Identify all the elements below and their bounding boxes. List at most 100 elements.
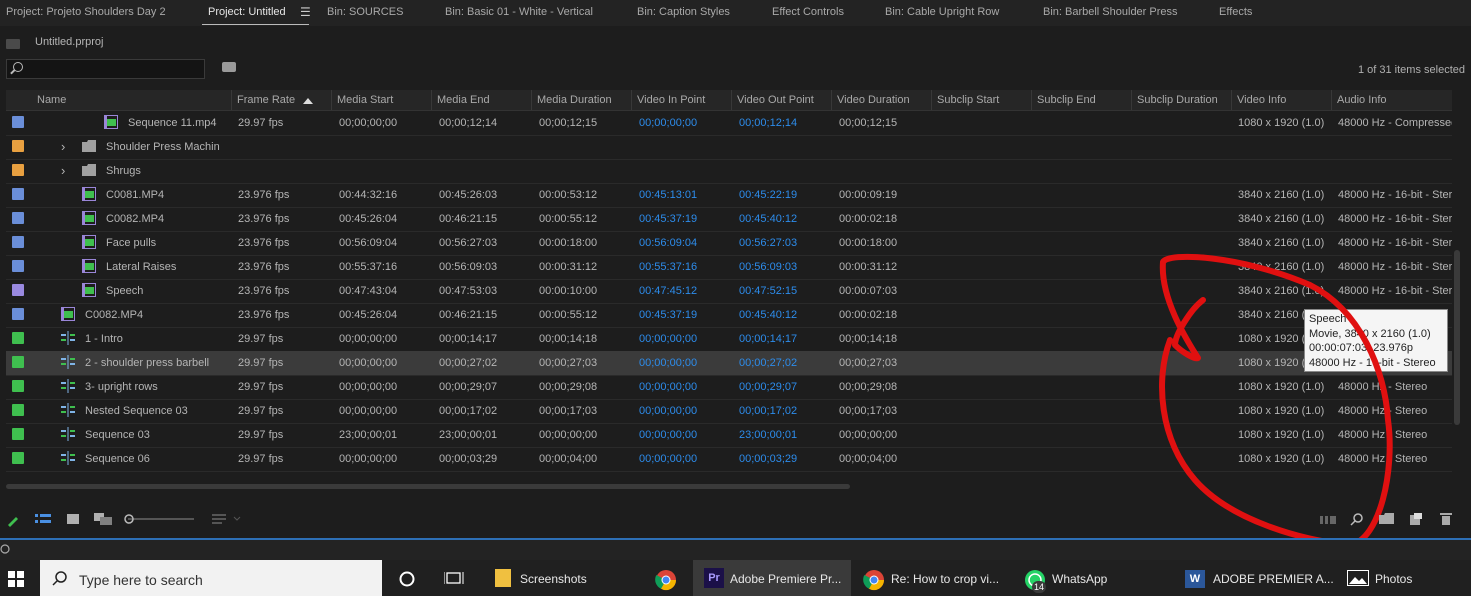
table-row[interactable]: C0082.MP4 23.976 fps 00:45:26:04 00:46:21:1… — [6, 207, 1452, 232]
table-row[interactable]: Speech 23.976 fps 00:47:43:04 00:47:53:03 00… — [6, 279, 1452, 304]
column-header-video-duration[interactable]: Video Duration — [837, 94, 910, 106]
freeform-view-icon[interactable] — [94, 513, 112, 525]
video-out-cell[interactable]: 00:56:27:03 — [739, 237, 797, 249]
item-name[interactable]: C0081.MP4 — [106, 189, 164, 201]
column-header-media-end[interactable]: Media End — [437, 94, 490, 106]
column-header-video-in[interactable]: Video In Point — [637, 94, 705, 106]
item-name[interactable]: Shrugs — [106, 165, 141, 177]
item-name[interactable]: 3- upright rows — [85, 381, 158, 393]
video-in-cell[interactable]: 00:55:37:16 — [639, 261, 697, 273]
search-input[interactable] — [6, 59, 205, 79]
new-bin-icon[interactable] — [1379, 513, 1394, 524]
item-name[interactable]: Speech — [106, 285, 143, 297]
taskbar-item-chrome-window[interactable]: Re: How to crop vi... — [853, 560, 1013, 596]
video-in-cell[interactable]: 00;00;00;00 — [639, 333, 697, 345]
table-row[interactable]: Face pulls 23.976 fps 00:56:09:04 00:56:27:… — [6, 231, 1452, 256]
table-row[interactable]: Sequence 06 29.97 fps 00;00;00;00 00;00;03;… — [6, 447, 1452, 472]
tab-effects[interactable]: Effects — [1219, 6, 1252, 18]
video-in-cell[interactable]: 00;00;00;00 — [639, 453, 697, 465]
taskbar-item-whatsapp[interactable]: 14 WhatsApp — [1015, 560, 1175, 596]
new-item-icon[interactable] — [1410, 513, 1422, 525]
video-in-cell[interactable]: 00:45:37:19 — [639, 213, 697, 225]
task-view-icon[interactable] — [444, 571, 464, 585]
label-color-swatch[interactable] — [12, 356, 24, 368]
column-header-frame-rate[interactable]: Frame Rate — [237, 94, 295, 106]
video-in-cell[interactable]: 00:47:45:12 — [639, 285, 697, 297]
label-color-swatch[interactable] — [12, 332, 24, 344]
column-divider[interactable] — [931, 90, 932, 110]
list-view-icon[interactable] — [35, 514, 51, 526]
column-divider[interactable] — [1331, 90, 1332, 110]
table-row[interactable]: Lateral Raises 23.976 fps 00:55:37:16 00:56… — [6, 255, 1452, 280]
horizontal-scrollbar[interactable] — [6, 484, 850, 489]
video-out-cell[interactable]: 00;00;12;14 — [739, 117, 797, 129]
item-name[interactable]: 2 - shoulder press barbell — [85, 357, 209, 369]
label-color-swatch[interactable] — [12, 140, 24, 152]
tab-bin-cable-upright[interactable]: Bin: Cable Upright Row — [885, 6, 999, 18]
tab-bin-caption-styles[interactable]: Bin: Caption Styles — [637, 6, 730, 18]
label-color-swatch[interactable] — [12, 212, 24, 224]
column-divider[interactable] — [431, 90, 432, 110]
video-in-cell[interactable]: 00;00;00;00 — [639, 117, 697, 129]
icon-view-icon[interactable] — [67, 514, 79, 524]
table-row[interactable]: 1 - Intro 29.97 fps 00;00;00;00 00;00;14;17… — [6, 327, 1452, 352]
item-name[interactable]: Shoulder Press Machin — [106, 141, 220, 153]
automate-to-sequence-icon[interactable] — [1320, 514, 1336, 524]
item-name[interactable]: 1 - Intro — [85, 333, 123, 345]
tab-bin-sources[interactable]: Bin: SOURCES — [327, 6, 403, 18]
taskbar-item-screenshots[interactable]: Screenshots — [485, 560, 645, 596]
column-divider[interactable] — [1231, 90, 1232, 110]
taskbar-search-box[interactable]: Type here to search — [40, 560, 382, 596]
label-color-swatch[interactable] — [12, 236, 24, 248]
video-in-cell[interactable]: 00;00;00;00 — [639, 381, 697, 393]
item-name[interactable]: Sequence 11.mp4 — [128, 117, 216, 129]
table-row[interactable]: 3- upright rows 29.97 fps 00;00;00;00 00;00… — [6, 375, 1452, 400]
tab-bin-basic[interactable]: Bin: Basic 01 - White - Vertical — [445, 6, 593, 18]
expand-disclosure-icon[interactable]: › — [61, 139, 65, 154]
table-row[interactable]: › Shrugs — [6, 159, 1452, 184]
item-name[interactable]: Lateral Raises — [106, 261, 176, 273]
tab-project-untitled[interactable]: Project: Untitled — [208, 6, 286, 18]
label-color-swatch[interactable] — [12, 260, 24, 272]
label-color-swatch[interactable] — [12, 428, 24, 440]
video-in-cell[interactable]: 00;00;00;00 — [639, 405, 697, 417]
new-search-bin-icon[interactable] — [222, 62, 236, 72]
item-name[interactable]: Face pulls — [106, 237, 156, 249]
trash-icon[interactable] — [1440, 512, 1452, 525]
item-name[interactable]: C0082.MP4 — [106, 213, 164, 225]
vertical-scrollbar[interactable] — [1454, 250, 1460, 425]
column-divider[interactable] — [631, 90, 632, 110]
video-out-cell[interactable]: 00:45:40:12 — [739, 309, 797, 321]
video-in-cell[interactable]: 00;00;00;00 — [639, 357, 697, 369]
label-color-swatch[interactable] — [12, 116, 24, 128]
item-name[interactable]: Nested Sequence 03 — [85, 405, 188, 417]
video-out-cell[interactable]: 00:47:52:15 — [739, 285, 797, 297]
column-header-subclip-duration[interactable]: Subclip Duration — [1137, 94, 1218, 106]
column-divider[interactable] — [831, 90, 832, 110]
video-in-cell[interactable]: 00;00;00;00 — [639, 429, 697, 441]
column-divider[interactable] — [331, 90, 332, 110]
label-color-swatch[interactable] — [12, 308, 24, 320]
column-divider[interactable] — [1131, 90, 1132, 110]
column-header-audio-info[interactable]: Audio Info — [1337, 94, 1387, 106]
label-color-swatch[interactable] — [12, 452, 24, 464]
tab-effect-controls[interactable]: Effect Controls — [772, 6, 844, 18]
cortana-icon[interactable] — [398, 570, 416, 588]
video-in-cell[interactable]: 00:45:37:19 — [639, 309, 697, 321]
taskbar-item-photos[interactable]: Photos — [1339, 560, 1471, 596]
table-row[interactable]: Sequence 11.mp4 29.97 fps 00;00;00;00 00;00… — [6, 111, 1452, 136]
label-color-swatch[interactable] — [12, 284, 24, 296]
table-row[interactable]: Sequence 03 29.97 fps 23;00;00;01 23;00;00;… — [6, 423, 1452, 448]
zoom-slider[interactable] — [124, 514, 194, 524]
video-out-cell[interactable]: 00;00;29;07 — [739, 381, 797, 393]
video-in-cell[interactable]: 00:56:09:04 — [639, 237, 697, 249]
column-header-video-info[interactable]: Video Info — [1237, 94, 1286, 106]
video-out-cell[interactable]: 00:45:40:12 — [739, 213, 797, 225]
label-color-swatch[interactable] — [12, 380, 24, 392]
column-divider[interactable] — [531, 90, 532, 110]
label-color-swatch[interactable] — [12, 404, 24, 416]
video-out-cell[interactable]: 00:45:22:19 — [739, 189, 797, 201]
table-row[interactable]: C0081.MP4 23.976 fps 00:44:32:16 00:45:26:0… — [6, 183, 1452, 208]
column-divider[interactable] — [1031, 90, 1032, 110]
item-name[interactable]: Sequence 03 — [85, 429, 150, 441]
